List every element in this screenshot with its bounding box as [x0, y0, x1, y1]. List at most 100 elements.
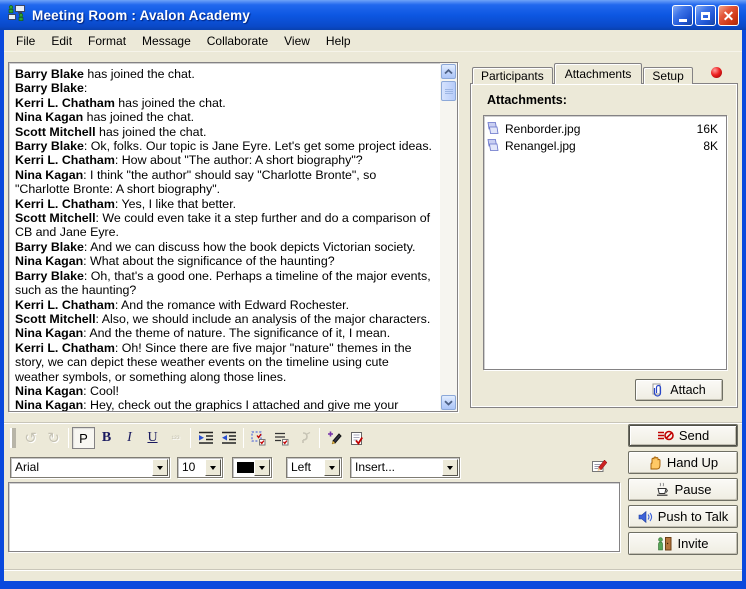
- list-checkbox-icon: [274, 431, 289, 446]
- raised-hand-icon: [648, 456, 662, 470]
- scroll-up-button[interactable]: [441, 64, 456, 79]
- toolbar-grip[interactable]: [10, 428, 16, 448]
- speaker-icon: [638, 510, 653, 524]
- chat-message: Nina Kagan: I think "the author" should …: [15, 168, 434, 197]
- dropdown-arrow-icon[interactable]: [442, 459, 458, 476]
- undo-icon: ↺: [24, 429, 37, 447]
- dropdown-arrow-icon[interactable]: [324, 459, 340, 476]
- select-items-button[interactable]: [247, 427, 270, 449]
- toolbar-separator: [319, 428, 320, 448]
- attachment-row[interactable]: Renborder.jpg 16K: [486, 120, 724, 137]
- message-input[interactable]: [8, 482, 620, 552]
- minimize-button[interactable]: [672, 5, 693, 26]
- chat-message: Kerri L. Chatham: And the romance with E…: [15, 298, 434, 312]
- bold-icon: B: [102, 430, 111, 446]
- redo-button: ↻: [42, 427, 65, 449]
- scroll-down-button[interactable]: [441, 395, 456, 410]
- menu-item-format[interactable]: Format: [80, 31, 134, 51]
- font-color-select[interactable]: [232, 457, 272, 478]
- list-check-button[interactable]: [270, 427, 293, 449]
- chat-message: Nina Kagan has joined the chat.: [15, 110, 434, 124]
- meeting-room-window: Meeting Room : Avalon Academy ✕ FileEdit…: [0, 0, 746, 589]
- font-size-select[interactable]: 10: [177, 457, 223, 478]
- alignment-select[interactable]: Left: [286, 457, 342, 478]
- send-button[interactable]: Send: [628, 424, 738, 447]
- dropdown-arrow-icon[interactable]: [205, 459, 221, 476]
- menu-item-view[interactable]: View: [276, 31, 318, 51]
- invite-label: Invite: [677, 536, 708, 551]
- insert-value: Insert...: [351, 460, 441, 474]
- chat-message: Nina Kagan: What about the significance …: [15, 254, 434, 268]
- attach-button[interactable]: Attach: [635, 379, 723, 401]
- hand-up-label: Hand Up: [667, 455, 718, 470]
- client-area: FileEditFormatMessageCollaborateViewHelp…: [4, 30, 742, 581]
- attachment-row[interactable]: Renangel.jpg 8K: [486, 137, 724, 154]
- menu-item-help[interactable]: Help: [318, 31, 359, 51]
- menu-bar: FileEditFormatMessageCollaborateViewHelp: [4, 30, 742, 52]
- coffee-cup-icon: [655, 482, 670, 497]
- spell-check-icon: [350, 431, 365, 446]
- font-family-select[interactable]: Arial: [10, 457, 170, 478]
- action-button-column: Send Hand Up Pause: [628, 424, 738, 555]
- chat-message: Kerri L. Chatham: How about "The author:…: [15, 153, 434, 167]
- underline-icon: U: [147, 430, 157, 446]
- chat-message: Nina Kagan: Hey, check out the graphics …: [15, 398, 434, 411]
- menu-item-file[interactable]: File: [8, 31, 43, 51]
- insert-select[interactable]: Insert...: [350, 457, 460, 478]
- outdent-button[interactable]: [217, 427, 240, 449]
- dropdown-arrow-icon[interactable]: [254, 459, 270, 476]
- spell-check-button[interactable]: [346, 427, 369, 449]
- attachment-name: Renangel.jpg: [505, 139, 576, 153]
- add-annotation-button[interactable]: [323, 427, 346, 449]
- scrollbar-thumb[interactable]: [441, 81, 456, 101]
- undo-button: ↺: [19, 427, 42, 449]
- blue-notes-icon: [486, 121, 501, 136]
- hand-up-button[interactable]: Hand Up: [628, 451, 738, 474]
- app-icon: [8, 5, 26, 26]
- close-icon: ✕: [723, 9, 735, 23]
- italic-icon: I: [127, 430, 132, 446]
- attachments-heading: Attachments:: [487, 93, 567, 107]
- pointer-tool-icon: [298, 431, 312, 445]
- indent-button[interactable]: [194, 427, 217, 449]
- attachment-size: 8K: [703, 139, 724, 153]
- paperclip-page-icon: [652, 383, 665, 397]
- font-color-swatch: [237, 462, 254, 473]
- menu-item-message[interactable]: Message: [134, 31, 199, 51]
- chat-message: Barry Blake: And we can discuss how the …: [15, 240, 434, 254]
- attachment-list[interactable]: Renborder.jpg 16K Renangel.jpg 8K: [483, 115, 727, 370]
- minimize-icon: [679, 19, 687, 22]
- underline-button[interactable]: U: [141, 427, 164, 449]
- chat-message: Nina Kagan: And the theme of nature. The…: [15, 326, 434, 340]
- tab-participants[interactable]: Participants: [472, 67, 553, 84]
- font-size-button: ¹²³: [164, 427, 187, 449]
- dropdown-arrow-icon[interactable]: [152, 459, 168, 476]
- pointer-tool-button: [293, 427, 316, 449]
- italic-button[interactable]: I: [118, 427, 141, 449]
- pause-label: Pause: [675, 482, 712, 497]
- status-indicator-dot: [711, 67, 722, 78]
- tab-setup[interactable]: Setup: [643, 67, 692, 84]
- invite-button[interactable]: Invite: [628, 532, 738, 555]
- status-bar: [4, 570, 742, 581]
- close-button[interactable]: ✕: [718, 5, 739, 26]
- tab-bar: ParticipantsAttachmentsSetup: [472, 63, 694, 84]
- plain-text-button[interactable]: P: [72, 427, 95, 449]
- tab-attachments[interactable]: Attachments: [554, 63, 643, 84]
- pause-button[interactable]: Pause: [628, 478, 738, 501]
- window-title: Meeting Room : Avalon Academy: [32, 8, 250, 23]
- attachments-panel: Attachments: Renborder.jpg 16K Renangel.…: [470, 83, 738, 408]
- menu-item-edit[interactable]: Edit: [43, 31, 80, 51]
- edit-message-button[interactable]: [592, 458, 609, 479]
- menu-item-collaborate[interactable]: Collaborate: [199, 31, 276, 51]
- maximize-button[interactable]: [695, 5, 716, 26]
- bold-button[interactable]: B: [95, 427, 118, 449]
- chat-scrollbar[interactable]: [440, 63, 457, 411]
- push-to-talk-button[interactable]: Push to Talk: [628, 505, 738, 528]
- chat-message: Barry Blake has joined the chat.: [15, 67, 434, 81]
- person-at-door-icon: [657, 536, 672, 551]
- chat-message: Scott Mitchell has joined the chat.: [15, 125, 434, 139]
- chat-transcript-box[interactable]: Barry Blake has joined the chat. Barry Bl…: [8, 62, 458, 412]
- chevron-up-icon: [444, 69, 453, 75]
- toolbar-separator: [68, 428, 69, 448]
